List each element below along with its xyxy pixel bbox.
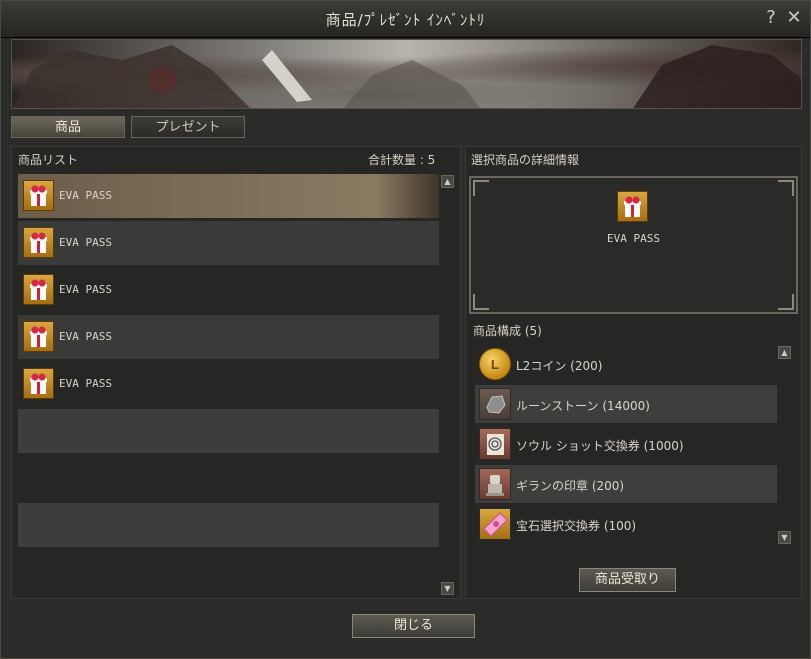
list-item-label: EVA PASS xyxy=(59,377,112,390)
selected-product-box: EVA PASS xyxy=(469,176,798,314)
banner-artwork xyxy=(13,45,801,108)
close-button[interactable]: 閉じる xyxy=(352,614,475,638)
component-label: ギランの印章 (200) xyxy=(516,479,625,493)
header-banner xyxy=(11,39,802,109)
component-label: 宝石選択交換券 (100) xyxy=(516,519,637,533)
tab-products[interactable]: 商品 xyxy=(11,116,125,138)
list-item-label: EVA PASS xyxy=(59,330,112,343)
component-label: ルーンストーン (14000) xyxy=(516,399,650,413)
list-item-label: EVA PASS xyxy=(59,283,112,296)
gift-box-icon xyxy=(23,274,54,305)
list-item[interactable]: EVA PASS xyxy=(18,268,439,312)
tab-present[interactable]: プレゼント xyxy=(131,116,245,138)
rune-stone-icon xyxy=(479,388,511,420)
component-row[interactable]: ギランの印章 (200) xyxy=(475,465,777,503)
total-count-label: 合計数量 : 5 xyxy=(368,153,436,167)
help-icon[interactable]: ? xyxy=(761,7,781,29)
gift-box-icon xyxy=(23,227,54,258)
frame-corner xyxy=(778,294,794,310)
list-item[interactable]: EVA PASS xyxy=(18,315,439,359)
list-item[interactable]: EVA PASS xyxy=(18,362,439,406)
detail-header: 選択商品の詳細情報 xyxy=(471,153,580,167)
frame-corner xyxy=(473,180,489,196)
frame-corner xyxy=(778,180,794,196)
svg-text:L: L xyxy=(491,357,499,372)
gem-ticket-icon xyxy=(479,508,511,540)
composition-header: 商品構成 (5) xyxy=(473,324,542,338)
title-bar[interactable]: 商品/ﾌﾟﾚｾﾞﾝﾄ ｲﾝﾍﾞﾝﾄﾘ ? ✕ xyxy=(1,1,810,38)
receive-product-button[interactable]: 商品受取り xyxy=(579,568,676,592)
composition-scroll-up-icon[interactable]: ▲ xyxy=(778,346,791,359)
empty-list-slot xyxy=(18,409,439,453)
empty-list-slot xyxy=(18,503,439,547)
product-list-header: 商品リスト xyxy=(18,153,79,167)
window-title: 商品/ﾌﾟﾚｾﾞﾝﾄ ｲﾝﾍﾞﾝﾄﾘ xyxy=(325,11,486,29)
component-label: ソウル ショット交換券 (1000) xyxy=(516,439,684,453)
component-row[interactable]: 宝石選択交換券 (100) xyxy=(475,505,777,543)
selected-product-name: EVA PASS xyxy=(607,232,660,245)
l2-coin-icon: L xyxy=(479,348,511,380)
frame-corner xyxy=(473,294,489,310)
list-item[interactable]: EVA PASS xyxy=(18,221,439,265)
component-row[interactable]: ルーンストーン (14000) xyxy=(475,385,777,423)
gift-box-icon xyxy=(23,321,54,352)
component-label: L2コイン (200) xyxy=(516,359,603,373)
gift-box-icon xyxy=(23,180,54,211)
selected-gift-box-icon xyxy=(617,191,648,222)
list-scroll-up-icon[interactable]: ▲ xyxy=(441,175,454,188)
gift-box-icon xyxy=(23,368,54,399)
soulshot-ticket-icon xyxy=(479,428,511,460)
component-row[interactable]: ソウル ショット交換券 (1000) xyxy=(475,425,777,463)
close-icon[interactable]: ✕ xyxy=(784,7,804,29)
composition-scroll-down-icon[interactable]: ▼ xyxy=(778,531,791,544)
list-item-label: EVA PASS xyxy=(59,236,112,249)
list-scroll-down-icon[interactable]: ▼ xyxy=(441,582,454,595)
empty-list-slot xyxy=(18,456,439,500)
product-present-inventory-window: 商品/ﾌﾟﾚｾﾞﾝﾄ ｲﾝﾍﾞﾝﾄﾘ ? ✕ 商品 プレゼント 商品リスト 合計… xyxy=(0,0,811,659)
component-row[interactable]: L L2コイン (200) xyxy=(475,345,777,383)
list-item-label: EVA PASS xyxy=(59,189,112,202)
list-item[interactable]: EVA PASS xyxy=(18,174,439,218)
giran-seal-icon xyxy=(479,468,511,500)
